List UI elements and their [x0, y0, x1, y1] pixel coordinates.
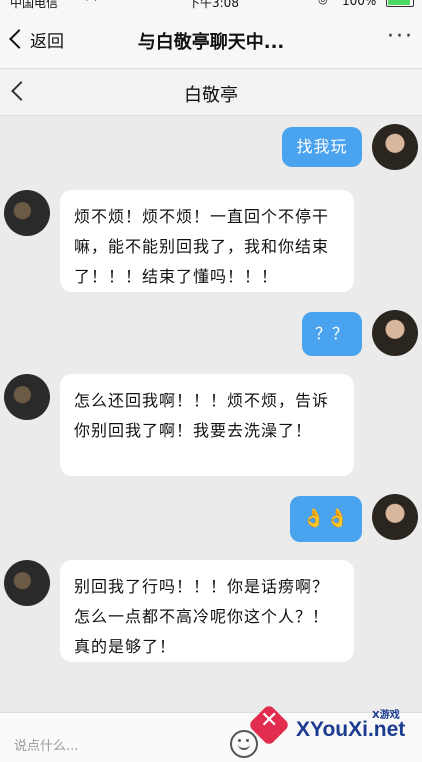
my-avatar[interactable]	[372, 310, 418, 356]
watermark-brand: XYouXi.net	[296, 718, 406, 741]
contact-name: 白敬亭	[184, 85, 238, 106]
watermark: ✕ X游戏 XYouXi.net	[247, 703, 422, 761]
contact-avatar[interactable]	[4, 560, 50, 606]
outgoing-message-bubble[interactable]: 👌👌	[290, 496, 362, 542]
watermark-logo-letter-icon: ✕	[260, 708, 279, 733]
contact-avatar[interactable]	[4, 190, 50, 236]
incoming-message-bubble[interactable]: 烦不烦！烦不烦！一直回个不停干嘛，能不能别回我了，我和你结束了！！！结束了懂吗！…	[60, 190, 354, 292]
incoming-message-bubble[interactable]: 怎么还回我啊！！！烦不烦，告诉你别回我了啊！我要去洗澡了！	[60, 374, 354, 476]
page-title: 与白敬亭聊天中...	[137, 32, 285, 53]
battery-percent: 100%	[342, 0, 377, 8]
contact-avatar[interactable]	[4, 374, 50, 420]
carrier-label: 中国电信	[10, 0, 59, 10]
status-bar: 中国电信 ◠ 下午3:08 ◎ 100%	[0, 0, 422, 10]
battery-icon	[386, 0, 414, 7]
rotation-lock-icon: ◎	[318, 0, 328, 6]
more-options-button[interactable]: ···	[387, 26, 414, 48]
incoming-message-bubble[interactable]: 别回我了行吗！！！你是话痨啊？怎么一点都不高冷呢你这个人？！真的是够了！	[60, 560, 354, 662]
wifi-icon: ◠	[86, 0, 97, 7]
chat-header: 白敬亭	[0, 69, 422, 116]
my-avatar[interactable]	[372, 124, 418, 170]
message-input[interactable]: 说点什么...	[14, 735, 78, 754]
outgoing-message-bubble[interactable]: 找我玩	[282, 127, 362, 167]
top-navigation-bar: 返回 与白敬亭聊天中... ···	[0, 10, 422, 69]
outgoing-message-bubble[interactable]: ？？	[302, 312, 362, 356]
clock: 下午3:08	[188, 0, 239, 10]
my-avatar[interactable]	[372, 494, 418, 540]
